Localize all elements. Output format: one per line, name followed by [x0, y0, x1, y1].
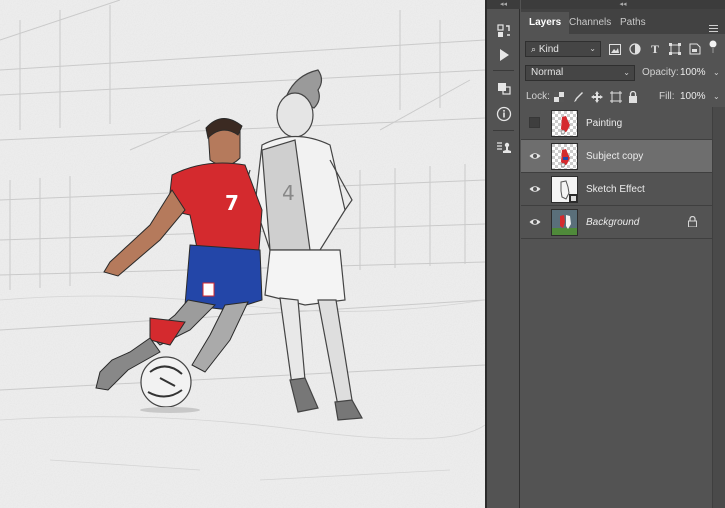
eye-icon[interactable] — [529, 216, 541, 228]
layer-row-painting[interactable]: Painting — [521, 107, 712, 140]
filter-kind-label: Kind — [538, 44, 559, 55]
adjustment-filter-icon[interactable] — [628, 42, 642, 56]
tab-paths[interactable]: Paths — [612, 12, 654, 34]
panel-menu-icon[interactable] — [709, 18, 719, 40]
history-icon — [496, 24, 510, 37]
smart-object-filter-icon[interactable] — [688, 42, 702, 56]
lock-brush-icon[interactable] — [572, 91, 584, 103]
layers-list: Painting Subject copy Sketch Effect Back… — [521, 107, 712, 242]
layer-row-background[interactable]: Background — [521, 206, 712, 239]
info-button[interactable] — [491, 103, 516, 125]
shape-filter-icon[interactable] — [668, 42, 682, 56]
lock-all-icon[interactable] — [627, 90, 639, 103]
opacity-value[interactable]: 100% — [680, 66, 706, 80]
opacity-label: Opacity: — [642, 67, 679, 78]
blend-mode-value: Normal — [531, 67, 564, 78]
lock-position-icon[interactable] — [590, 90, 603, 103]
collapse-arrows-icon[interactable]: ◂◂ — [487, 0, 520, 9]
play-action-icon — [499, 49, 509, 61]
layer-thumbnail — [551, 110, 578, 137]
layer-name[interactable]: Painting — [586, 117, 622, 130]
search-icon: ⌕ — [531, 44, 537, 54]
clone-source-icon — [496, 142, 511, 153]
fill-value[interactable]: 100% — [680, 90, 706, 104]
layer-thumbnail — [551, 176, 578, 203]
eye-icon[interactable] — [529, 150, 541, 162]
filter-toggle-icon[interactable] — [707, 40, 719, 54]
lock-transparent-icon[interactable] — [553, 91, 565, 103]
left-jersey-number: 7 — [225, 191, 239, 215]
soccer-artwork: 4 7 — [0, 0, 485, 508]
layer-row-subject-copy[interactable]: Subject copy — [521, 140, 712, 173]
document-canvas[interactable]: 4 7 — [0, 0, 485, 508]
layer-row-sketch-effect[interactable]: Sketch Effect — [521, 173, 712, 206]
info-icon — [496, 106, 511, 122]
layer-filter-dropdown[interactable]: ⌕ Kind ⌄ — [525, 41, 601, 57]
actions-play-button[interactable] — [491, 44, 516, 66]
layer-name[interactable]: Sketch Effect — [586, 183, 645, 196]
layer-thumbnail — [551, 143, 578, 170]
layer-name[interactable]: Background — [586, 216, 639, 229]
image-filter-icon[interactable] — [608, 42, 622, 56]
lock-artboard-icon[interactable] — [609, 90, 622, 103]
3d-icon — [497, 83, 511, 95]
visibility-toggle-off[interactable] — [529, 117, 540, 128]
right-jersey-number: 4 — [282, 181, 295, 205]
clone-source-button[interactable] — [491, 137, 516, 159]
history-button[interactable] — [491, 20, 516, 42]
layers-scrollbar[interactable] — [712, 107, 725, 508]
chevron-down-icon: ⌄ — [623, 68, 630, 77]
panel-tabbar: Layers Channels Paths — [521, 9, 725, 34]
chevron-down-icon[interactable]: ⌄ — [713, 66, 720, 80]
layers-list-empty-area[interactable] — [521, 242, 712, 508]
3d-button[interactable] — [491, 77, 516, 99]
lock-label: Lock: — [526, 91, 550, 102]
chevron-down-icon: ⌄ — [589, 44, 596, 53]
fill-label: Fill: — [659, 91, 675, 102]
layer-name[interactable]: Subject copy — [586, 150, 643, 163]
tab-channels[interactable]: Channels — [561, 12, 619, 34]
layer-thumbnail — [551, 209, 578, 236]
panel-tool-column: ◂◂ — [487, 0, 520, 508]
panel-collapse-grip[interactable]: ◂◂ — [521, 0, 725, 9]
chevron-down-icon[interactable]: ⌄ — [713, 90, 720, 104]
blend-mode-dropdown[interactable]: Normal ⌄ — [525, 65, 635, 81]
type-filter-icon[interactable]: T — [648, 42, 662, 56]
layers-panel: ◂◂ Layers Channels Paths ⌕ Kind ⌄ T Norm… — [521, 0, 725, 508]
lock-icon[interactable] — [688, 216, 697, 227]
eye-icon[interactable] — [529, 183, 541, 195]
